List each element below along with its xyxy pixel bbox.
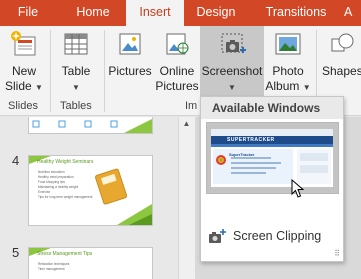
pictures-button[interactable]: Pictures bbox=[106, 26, 154, 100]
tab-insert[interactable]: Insert bbox=[126, 0, 184, 26]
slide-thumbnail-4[interactable]: Healthy Weight Seminars Nutrition educat… bbox=[28, 155, 153, 226]
slide-thumbnail-3[interactable] bbox=[28, 117, 153, 134]
window-site-title: SUPERTRACKER bbox=[227, 137, 275, 143]
tab-design[interactable]: Design bbox=[186, 0, 246, 26]
screenshot-dropdown: Available Windows SUPERTRACKER SuperTrac… bbox=[200, 96, 344, 262]
photo-album-icon bbox=[273, 30, 303, 63]
slide-thumbnail-5[interactable]: Stress Management Tips Relaxation techni… bbox=[28, 247, 153, 279]
screen-clipping-label: Screen Clipping bbox=[233, 229, 322, 243]
tab-animations[interactable]: A bbox=[344, 0, 361, 26]
slide-thumbnail-pane: 4 Healthy Weight Seminars Nutrition educ… bbox=[0, 117, 195, 279]
window-section-title: SuperTracker bbox=[229, 152, 255, 157]
available-windows-header: Available Windows bbox=[201, 97, 343, 119]
tab-transitions[interactable]: Transitions bbox=[252, 0, 340, 26]
resize-grip-icon[interactable]: ⠿ bbox=[334, 249, 340, 258]
slide-number: 5 bbox=[12, 245, 20, 260]
ribbon-tab-bar: File Home Insert Design Transitions A bbox=[0, 0, 361, 26]
new-slide-button[interactable]: New Slide ▼ bbox=[2, 26, 46, 100]
shapes-button[interactable]: Shapes bbox=[320, 26, 361, 100]
tab-file[interactable]: File bbox=[0, 0, 56, 26]
online-pictures-icon bbox=[162, 30, 192, 63]
slide-bullets: Relaxation techniques Time management bbox=[38, 262, 70, 271]
photo-album-button[interactable]: Photo Album ▼ bbox=[265, 26, 311, 100]
chevron-down-icon: ▼ bbox=[228, 83, 236, 92]
mouse-cursor-icon bbox=[291, 179, 305, 198]
chevron-down-icon: ▼ bbox=[302, 83, 311, 92]
chevron-down-icon: ▼ bbox=[35, 83, 43, 92]
pictures-icon bbox=[115, 30, 145, 63]
online-pictures-button[interactable]: Online Pictures bbox=[155, 26, 199, 100]
screenshot-icon bbox=[216, 30, 248, 65]
table-icon bbox=[62, 30, 90, 63]
thumbnail-scrollbar[interactable] bbox=[178, 117, 195, 279]
table-button[interactable]: Table ▼ bbox=[54, 26, 98, 100]
group-separator bbox=[50, 30, 51, 112]
group-label-slides: Slides bbox=[8, 100, 38, 112]
slide-number: 4 bbox=[12, 153, 20, 168]
scroll-up-arrow-icon[interactable]: ▲ bbox=[178, 117, 195, 131]
available-window-thumbnail[interactable]: SUPERTRACKER SuperTracker bbox=[206, 122, 339, 194]
group-label-tables: Tables bbox=[60, 100, 92, 112]
tab-home[interactable]: Home bbox=[64, 0, 122, 26]
chevron-down-icon: ▼ bbox=[72, 83, 80, 92]
slide-title: Stress Management Tips bbox=[37, 251, 93, 257]
screen-clipping-button[interactable]: Screen Clipping bbox=[201, 225, 343, 249]
slide-title: Healthy Weight Seminars bbox=[37, 159, 94, 165]
new-slide-icon bbox=[9, 30, 39, 65]
shapes-icon bbox=[327, 30, 357, 63]
group-separator bbox=[104, 30, 105, 112]
screenshot-button[interactable]: Screenshot ▼ bbox=[200, 26, 264, 100]
group-label-images: Im bbox=[185, 100, 198, 112]
slide-bullets: Nutrition education Healthy meal prepara… bbox=[38, 170, 93, 199]
screen-clipping-icon bbox=[207, 228, 227, 251]
